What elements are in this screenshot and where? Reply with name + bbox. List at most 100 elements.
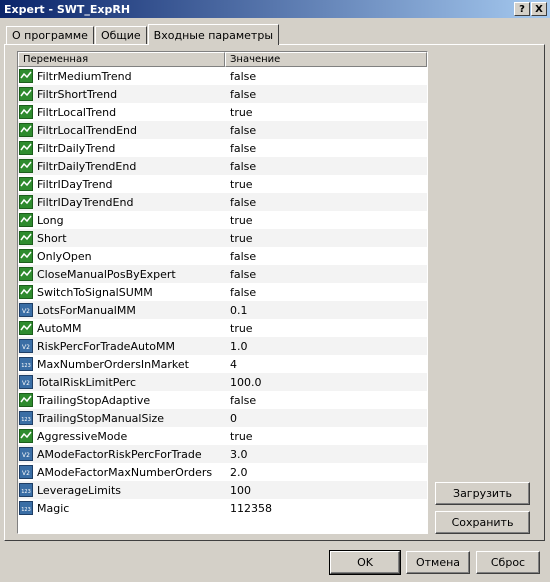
parameter-value[interactable]: 100.0 xyxy=(225,373,427,391)
table-row[interactable]: FiltrLocalTrend true xyxy=(18,103,427,121)
table-row[interactable]: Long true xyxy=(18,211,427,229)
tab-common[interactable]: Общие xyxy=(94,26,147,44)
parameter-value[interactable]: 2.0 xyxy=(225,463,427,481)
parameter-value[interactable]: true xyxy=(225,427,427,445)
column-header-value[interactable]: Значение xyxy=(225,52,427,67)
parameter-name-cell: V2 AModeFactorMaxNumberOrders xyxy=(18,463,225,481)
parameter-value[interactable]: true xyxy=(225,319,427,337)
bool-icon xyxy=(19,285,33,299)
close-button[interactable]: X xyxy=(531,2,547,16)
table-row[interactable]: 123 LeverageLimits 100 xyxy=(18,481,427,499)
double-icon: V2 xyxy=(19,375,33,389)
parameter-value[interactable]: false xyxy=(225,67,427,85)
parameter-name: TrailingStopManualSize xyxy=(37,411,165,425)
ok-button[interactable]: OK xyxy=(329,550,401,575)
parameter-name-cell: AutoMM xyxy=(18,319,225,337)
table-row[interactable]: FiltrLocalTrendEnd false xyxy=(18,121,427,139)
parameter-value[interactable]: 112358 xyxy=(225,499,427,517)
int-icon: 123 xyxy=(19,501,33,515)
column-header-variable[interactable]: Переменная xyxy=(18,52,225,67)
table-row[interactable]: V2 TotalRiskLimitPerc 100.0 xyxy=(18,373,427,391)
tab-input-parameters[interactable]: Входные параметры xyxy=(147,24,280,45)
double-icon: V2 xyxy=(19,303,33,317)
table-row[interactable]: FiltrIDayTrendEnd false xyxy=(18,193,427,211)
svg-text:123: 123 xyxy=(21,507,31,513)
table-row[interactable]: AutoMM true xyxy=(18,319,427,337)
table-row[interactable]: SwitchToSignalSUMM false xyxy=(18,283,427,301)
table-row[interactable]: FiltrDailyTrend false xyxy=(18,139,427,157)
parameter-value[interactable]: false xyxy=(225,265,427,283)
table-row[interactable]: V2 RiskPercForTradeAutoMM 1.0 xyxy=(18,337,427,355)
save-button[interactable]: Сохранить xyxy=(435,511,530,534)
table-row[interactable]: TrailingStopAdaptive false xyxy=(18,391,427,409)
parameter-value[interactable]: 0 xyxy=(225,409,427,427)
parameter-value[interactable]: false xyxy=(225,391,427,409)
table-row[interactable]: 123 Magic 112358 xyxy=(18,499,427,517)
bool-icon xyxy=(19,177,33,191)
bool-icon xyxy=(19,159,33,173)
parameter-name-cell: CloseManualPosByExpert xyxy=(18,265,225,283)
table-row[interactable]: V2 AModeFactorRiskPercForTrade 3.0 xyxy=(18,445,427,463)
svg-text:V2: V2 xyxy=(22,344,30,351)
parameter-value[interactable]: true xyxy=(225,103,427,121)
parameter-name: FiltrShortTrend xyxy=(37,87,118,101)
tab-about[interactable]: О программе xyxy=(6,26,94,44)
parameter-value[interactable]: false xyxy=(225,121,427,139)
table-row[interactable]: CloseManualPosByExpert false xyxy=(18,265,427,283)
parameter-value[interactable]: false xyxy=(225,283,427,301)
parameter-name: Long xyxy=(37,213,64,227)
reset-button[interactable]: Сброс xyxy=(476,551,540,574)
parameter-name: FiltrDailyTrendEnd xyxy=(37,159,137,173)
bool-icon xyxy=(19,87,33,101)
int-icon: 123 xyxy=(19,483,33,497)
table-row[interactable]: 123 TrailingStopManualSize 0 xyxy=(18,409,427,427)
table-row[interactable]: 123 MaxNumberOrdersInMarket 4 xyxy=(18,355,427,373)
parameter-name-cell: Short xyxy=(18,229,225,247)
parameter-value[interactable]: false xyxy=(225,139,427,157)
parameter-value[interactable]: true xyxy=(225,175,427,193)
svg-text:V2: V2 xyxy=(22,308,30,315)
double-icon: V2 xyxy=(19,339,33,353)
table-row[interactable]: OnlyOpen false xyxy=(18,247,427,265)
bool-icon xyxy=(19,123,33,137)
table-row[interactable]: FiltrShortTrend false xyxy=(18,85,427,103)
parameter-value[interactable]: false xyxy=(225,193,427,211)
parameter-value[interactable]: 4 xyxy=(225,355,427,373)
bool-icon xyxy=(19,231,33,245)
table-row[interactable]: FiltrIDayTrend true xyxy=(18,175,427,193)
load-button[interactable]: Загрузить xyxy=(435,482,530,505)
parameter-value[interactable]: true xyxy=(225,229,427,247)
table-row[interactable]: Short true xyxy=(18,229,427,247)
grid-header: Переменная Значение xyxy=(18,52,427,67)
parameter-value[interactable]: 1.0 xyxy=(225,337,427,355)
help-button[interactable]: ? xyxy=(514,2,530,16)
parameter-name: CloseManualPosByExpert xyxy=(37,267,176,281)
bool-icon xyxy=(19,267,33,281)
cancel-button[interactable]: Отмена xyxy=(406,551,470,574)
table-row[interactable]: V2 LotsForManualMM 0.1 xyxy=(18,301,427,319)
parameter-value[interactable]: true xyxy=(225,211,427,229)
svg-text:V2: V2 xyxy=(22,380,30,387)
table-row[interactable]: FiltrMediumTrend false xyxy=(18,67,427,85)
table-row[interactable]: AggressiveMode true xyxy=(18,427,427,445)
table-row[interactable]: V2 AModeFactorMaxNumberOrders 2.0 xyxy=(18,463,427,481)
parameter-value[interactable]: false xyxy=(225,247,427,265)
parameter-name: AModeFactorRiskPercForTrade xyxy=(37,447,202,461)
parameter-name-cell: FiltrDailyTrend xyxy=(18,139,225,157)
svg-text:123: 123 xyxy=(21,489,31,495)
parameters-grid[interactable]: Переменная Значение FiltrMediumTrend fals… xyxy=(17,51,428,534)
parameter-value[interactable]: 0.1 xyxy=(225,301,427,319)
parameter-value[interactable]: false xyxy=(225,85,427,103)
grid-rows: FiltrMediumTrend false FiltrShortTrend fals… xyxy=(18,67,427,517)
svg-text:V2: V2 xyxy=(22,470,30,477)
parameter-name: AutoMM xyxy=(37,321,82,335)
parameter-name: Short xyxy=(37,231,67,245)
parameter-value[interactable]: 100 xyxy=(225,481,427,499)
parameter-name-cell: AggressiveMode xyxy=(18,427,225,445)
bool-icon xyxy=(19,429,33,443)
svg-text:123: 123 xyxy=(21,363,31,369)
parameter-value[interactable]: false xyxy=(225,157,427,175)
parameter-value[interactable]: 3.0 xyxy=(225,445,427,463)
table-row[interactable]: FiltrDailyTrendEnd false xyxy=(18,157,427,175)
parameter-name-cell: V2 RiskPercForTradeAutoMM xyxy=(18,337,225,355)
